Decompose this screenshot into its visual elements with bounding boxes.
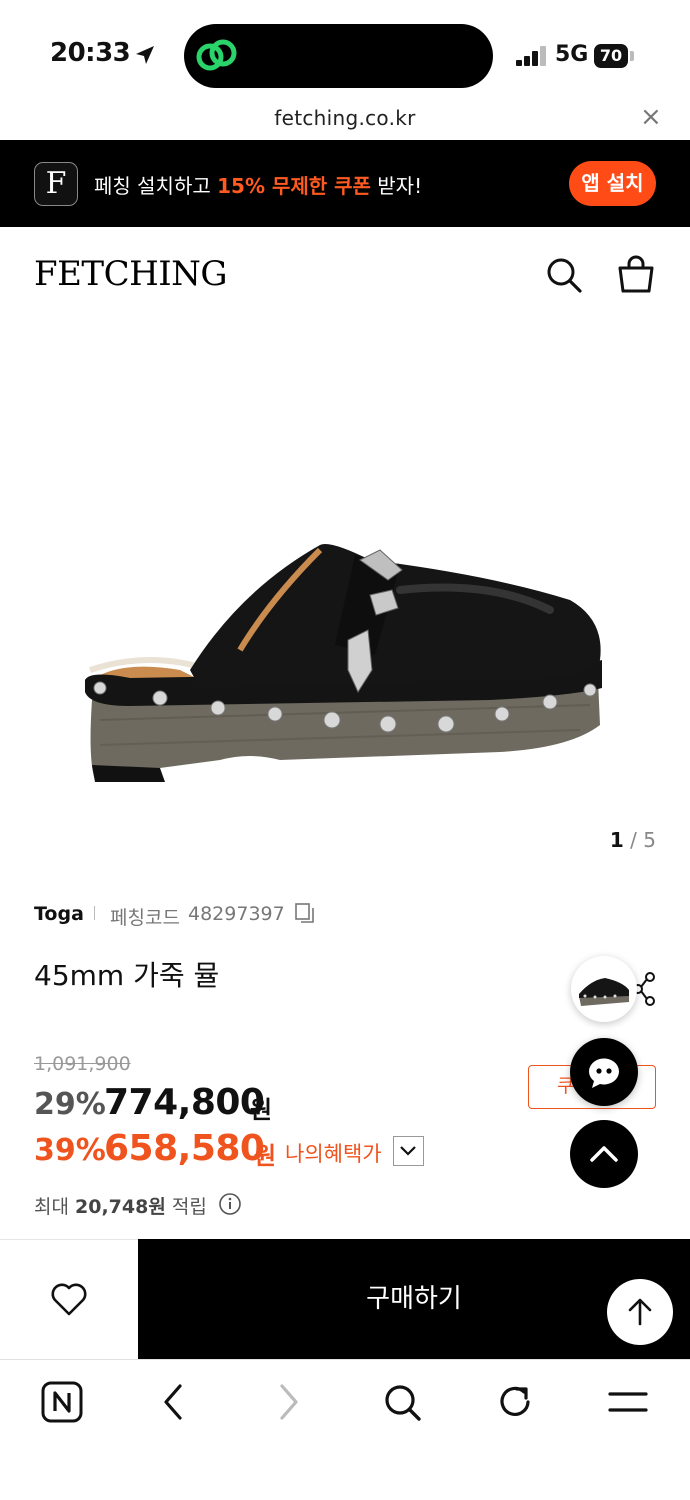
my-benefit-label[interactable]: 나의혜택가 <box>285 1138 382 1168</box>
product-image[interactable] <box>70 520 620 800</box>
sale-price: 774,800 <box>104 1082 265 1123</box>
install-app-button[interactable]: 앱 설치 <box>569 161 656 206</box>
promo-text-before: 페칭 설치하고 <box>94 174 218 198</box>
reload-icon[interactable] <box>493 1380 537 1424</box>
points-value: 20,748원 <box>75 1196 166 1218</box>
points-info: 최대 20,748원 적립 <box>34 1192 207 1219</box>
points-prefix: 최대 <box>34 1196 75 1218</box>
battery-tip <box>630 51 634 61</box>
brand-divider <box>94 906 95 920</box>
benefit-expand-button[interactable] <box>393 1136 424 1166</box>
site-logo[interactable]: FETCHING <box>34 254 228 294</box>
currency-unit: 원 <box>250 1096 273 1124</box>
naver-home-icon[interactable] <box>40 1380 84 1424</box>
promo-text-after: 받자! <box>370 174 423 198</box>
fetching-app-icon: F <box>34 162 78 206</box>
network-type: 5G <box>555 42 589 67</box>
promo-text-highlight: 15% 무제한 쿠폰 <box>217 174 371 198</box>
info-icon[interactable] <box>218 1192 242 1216</box>
shopping-bag-icon[interactable] <box>616 255 656 295</box>
fetching-code-value: 48297397 <box>188 903 285 925</box>
share-icon[interactable] <box>634 972 658 1006</box>
close-banner-icon[interactable]: × <box>640 102 662 132</box>
product-thumbnail-image <box>579 978 629 1006</box>
image-counter-current: 1 <box>609 828 624 852</box>
brand-name[interactable]: Toga <box>34 903 84 925</box>
back-icon[interactable] <box>152 1380 196 1424</box>
chat-button[interactable] <box>570 1038 638 1106</box>
menu-icon[interactable] <box>606 1380 650 1424</box>
chat-icon <box>588 1058 619 1088</box>
discount-rate: 29% <box>34 1087 106 1122</box>
copy-icon[interactable] <box>294 902 316 924</box>
search-icon[interactable] <box>544 255 584 295</box>
promo-text: 페칭 설치하고 15% 무제한 쿠폰 받자! <box>94 170 422 199</box>
image-counter: 1 / 5 <box>590 828 656 852</box>
chevron-down-icon <box>400 1146 416 1156</box>
signal-icon <box>516 46 548 66</box>
benefit-currency-unit: 원 <box>254 1142 277 1170</box>
link-app-icon <box>196 39 237 71</box>
chevron-up-icon <box>590 1146 618 1162</box>
browser-toolbar <box>0 1359 690 1500</box>
scroll-top-button[interactable] <box>570 1120 638 1188</box>
product-thumbnail-button[interactable] <box>571 956 637 1022</box>
location-arrow-icon <box>136 46 154 64</box>
product-title: 45mm 가죽 뮬 <box>34 959 220 992</box>
benefit-price: 658,580 <box>104 1128 265 1169</box>
purchase-bar-divider <box>0 1239 138 1240</box>
original-price: 1,091,900 <box>34 1053 131 1075</box>
arrow-up-icon <box>628 1298 652 1326</box>
search-icon[interactable] <box>380 1380 424 1424</box>
image-counter-total: 5 <box>643 828 656 852</box>
wishlist-button[interactable] <box>0 1239 138 1359</box>
scroll-up-button[interactable] <box>607 1279 673 1345</box>
fetching-code-label: 페칭코드 <box>110 907 180 929</box>
forward-icon[interactable] <box>266 1380 310 1424</box>
status-time: 20:33 <box>50 38 131 68</box>
url-bar[interactable]: fetching.co.kr <box>0 106 690 130</box>
image-counter-separator: / <box>630 828 637 852</box>
battery-icon: 70 <box>594 44 628 68</box>
heart-icon <box>51 1283 87 1316</box>
points-suffix: 적립 <box>165 1196 207 1218</box>
benefit-discount-rate: 39% <box>34 1133 106 1168</box>
